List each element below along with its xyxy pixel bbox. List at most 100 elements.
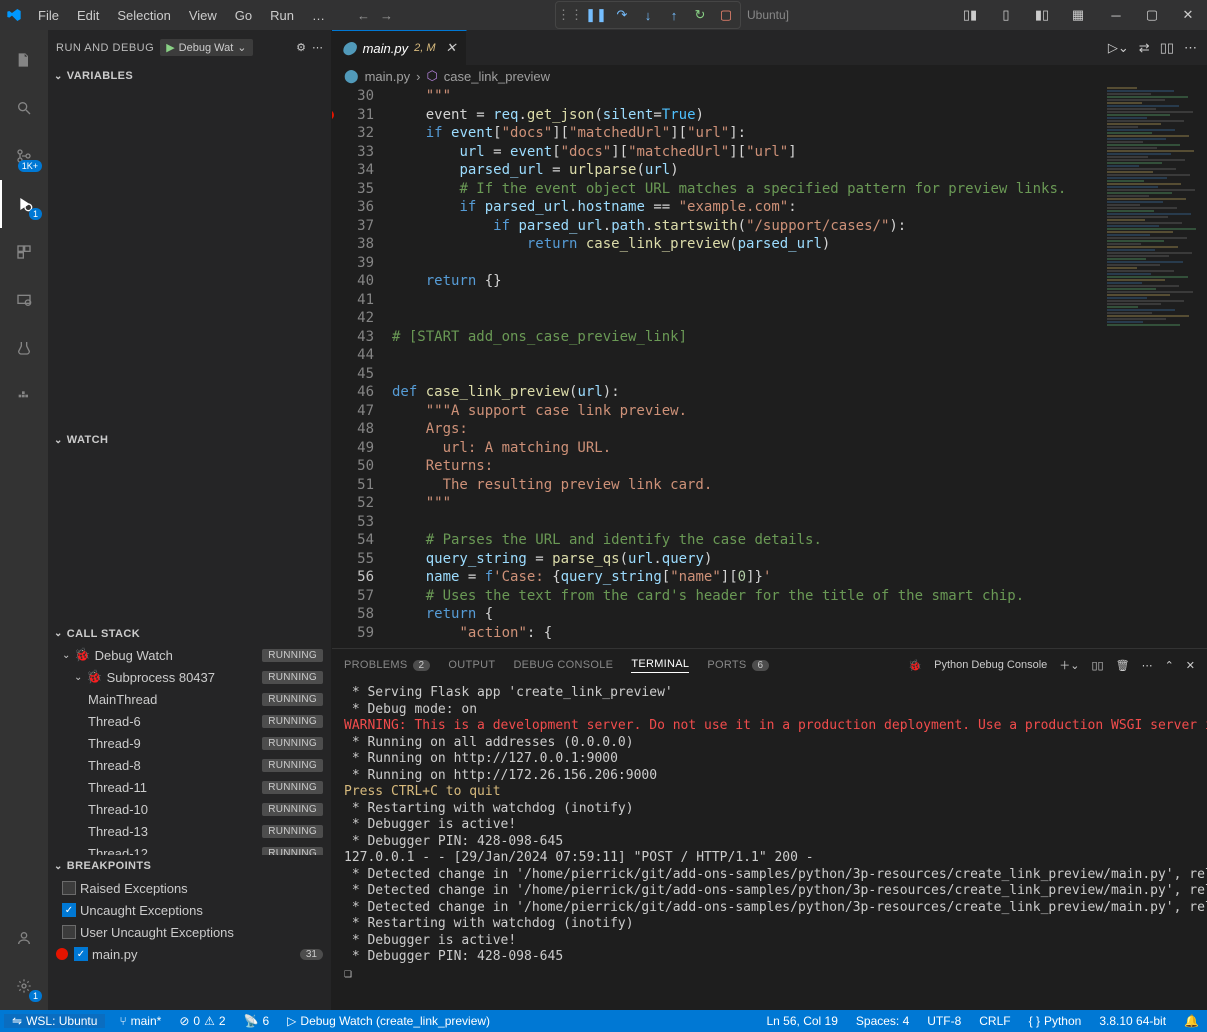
remote-indicator[interactable]: ⇋ WSL: Ubuntu — [4, 1014, 105, 1028]
step-into-icon[interactable]: ↓ — [636, 4, 660, 26]
testing-icon[interactable] — [0, 324, 48, 372]
more-icon[interactable]: ⋯ — [312, 41, 323, 54]
terminal-body[interactable]: * Serving Flask app 'create_link_preview… — [332, 681, 1207, 1010]
extensions-icon[interactable] — [0, 228, 48, 276]
menu-edit[interactable]: Edit — [69, 4, 107, 27]
callstack-section: ⌄ CALL STACK ⌄🐞Debug WatchRUNNING⌄🐞Subpr… — [48, 623, 331, 855]
cursor-position[interactable]: Ln 56, Col 19 — [763, 1014, 842, 1028]
close-panel-icon[interactable]: ✕ — [1186, 659, 1195, 672]
error-icon: ⊘ — [179, 1014, 189, 1028]
variables-header[interactable]: ⌄ VARIABLES — [48, 65, 331, 87]
callstack-row[interactable]: Thread-10RUNNING — [48, 798, 331, 820]
nav-forward-icon[interactable]: → — [380, 8, 393, 23]
more-actions-icon[interactable]: ⋯ — [1184, 40, 1197, 56]
split-editor-icon[interactable]: ▯▯ — [1160, 40, 1174, 56]
code-editor[interactable]: 3031323334353637383940414243444546474849… — [332, 87, 1207, 648]
ports-status[interactable]: 📡6 — [240, 1014, 274, 1028]
watch-header[interactable]: ⌄ WATCH — [48, 429, 331, 451]
run-debug-icon[interactable]: 1 — [0, 180, 48, 228]
vscode-icon — [6, 7, 22, 23]
minimap[interactable] — [1107, 87, 1207, 648]
kill-terminal-icon[interactable]: 🗑 — [1116, 659, 1130, 672]
status-badge: RUNNING — [262, 759, 323, 772]
python-file-icon: ⬤ — [342, 40, 357, 56]
git-branch[interactable]: ⑂main* — [115, 1014, 165, 1028]
tab-debug-console[interactable]: DEBUG CONSOLE — [513, 659, 613, 671]
menu-selection[interactable]: Selection — [109, 4, 178, 27]
debug-config-selector[interactable]: ▶ Debug Wat ⌄ — [160, 39, 252, 56]
accounts-icon[interactable] — [0, 914, 48, 962]
step-over-icon[interactable]: ↷ — [610, 4, 634, 26]
breakpoint-option[interactable]: ✓Uncaught Exceptions — [48, 899, 331, 921]
stop-icon[interactable]: ▢ — [714, 4, 738, 26]
settings-icon[interactable]: 1 — [0, 962, 48, 1010]
indent-status[interactable]: Spaces: 4 — [852, 1014, 913, 1028]
breakpoints-header[interactable]: ⌄ BREAKPOINTS — [48, 855, 331, 877]
search-icon[interactable] — [0, 84, 48, 132]
menu-file[interactable]: File — [30, 4, 67, 27]
menu-…[interactable]: … — [304, 4, 333, 27]
notifications-icon[interactable]: 🔔 — [1180, 1014, 1203, 1028]
toggle-primary-sidebar-icon[interactable]: ▯▮ — [955, 0, 985, 30]
eol-status[interactable]: CRLF — [975, 1014, 1014, 1028]
menu-run[interactable]: Run — [262, 4, 302, 27]
diff-icon[interactable]: ⇄ — [1139, 40, 1150, 56]
breadcrumb[interactable]: ⬤ main.py › ⬡ case_link_preview — [332, 65, 1207, 87]
debug-gear-icon[interactable]: ⚙ — [296, 41, 306, 54]
breakpoint-option[interactable]: User Uncaught Exceptions — [48, 921, 331, 943]
run-icon[interactable]: ▷⌄ — [1108, 40, 1129, 56]
toggle-secondary-sidebar-icon[interactable]: ▮▯ — [1027, 0, 1057, 30]
checkbox[interactable] — [62, 925, 76, 939]
callstack-row[interactable]: ⌄🐞Subprocess 80437RUNNING — [48, 666, 331, 688]
maximize-panel-icon[interactable]: ⌃ — [1165, 659, 1174, 672]
callstack-row[interactable]: Thread-9RUNNING — [48, 732, 331, 754]
close-icon[interactable]: ✕ — [1173, 0, 1203, 30]
encoding-status[interactable]: UTF-8 — [923, 1014, 965, 1028]
menu-view[interactable]: View — [181, 4, 225, 27]
checkbox[interactable]: ✓ — [62, 903, 76, 917]
breakpoint-option[interactable]: Raised Exceptions — [48, 877, 331, 899]
remote-explorer-icon[interactable] — [0, 276, 48, 324]
drag-handle-icon[interactable]: ⋮⋮ — [558, 4, 582, 26]
breakpoint-file-row[interactable]: ✓main.py31 — [48, 943, 331, 965]
menu-go[interactable]: Go — [227, 4, 260, 27]
tab-close-icon[interactable]: ✕ — [446, 40, 457, 56]
docker-icon[interactable] — [0, 372, 48, 420]
new-terminal-icon[interactable]: ＋⌄ — [1059, 657, 1079, 673]
pause-icon[interactable]: ❚❚ — [584, 4, 608, 26]
callstack-header[interactable]: ⌄ CALL STACK — [48, 623, 331, 644]
terminal-profile-name[interactable]: Python Debug Console — [934, 659, 1047, 671]
problems-status[interactable]: ⊘0 ⚠2 — [175, 1014, 229, 1028]
tab-ports[interactable]: PORTS6 — [707, 659, 769, 671]
tab-terminal[interactable]: TERMINAL — [631, 658, 689, 673]
customize-layout-icon[interactable]: ▦ — [1063, 0, 1093, 30]
debug-status[interactable]: ▷Debug Watch (create_link_preview) — [283, 1014, 494, 1028]
maximize-icon[interactable]: ▢ — [1137, 0, 1167, 30]
callstack-row[interactable]: Thread-8RUNNING — [48, 754, 331, 776]
editor-tab-bar: ⬤ main.py 2, M ✕ ▷⌄ ⇄ ▯▯ ⋯ — [332, 30, 1207, 65]
explorer-icon[interactable] — [0, 36, 48, 84]
source-control-icon[interactable]: 1K+ — [0, 132, 48, 180]
restart-icon[interactable]: ↻ — [688, 4, 712, 26]
minimize-icon[interactable]: ─ — [1101, 0, 1131, 30]
tab-problems[interactable]: PROBLEMS2 — [344, 659, 430, 671]
nav-back-icon[interactable]: ← — [357, 8, 370, 23]
editor-tab[interactable]: ⬤ main.py 2, M ✕ — [332, 30, 467, 65]
callstack-row[interactable]: Thread-11RUNNING — [48, 776, 331, 798]
callstack-row[interactable]: ⌄🐞Debug WatchRUNNING — [48, 644, 331, 666]
callstack-row[interactable]: MainThreadRUNNING — [48, 688, 331, 710]
callstack-row[interactable]: Thread-13RUNNING — [48, 820, 331, 842]
code-body[interactable]: """ event = req.get_json(silent=True) if… — [392, 87, 1107, 648]
chevron-down-icon: ⌄ — [54, 861, 63, 872]
tab-output[interactable]: OUTPUT — [448, 659, 495, 671]
checkbox[interactable] — [62, 881, 76, 895]
more-panel-icon[interactable]: ⋯ — [1142, 659, 1153, 672]
language-status[interactable]: { } Python — [1025, 1014, 1086, 1028]
python-version[interactable]: 3.8.10 64-bit — [1095, 1014, 1170, 1028]
toggle-panel-icon[interactable]: ▯ — [991, 0, 1021, 30]
step-out-icon[interactable]: ↑ — [662, 4, 686, 26]
split-terminal-icon[interactable]: ▯▯ — [1091, 659, 1103, 672]
callstack-row[interactable]: Thread-12RUNNING — [48, 842, 331, 855]
checkbox[interactable]: ✓ — [74, 947, 88, 961]
callstack-row[interactable]: Thread-6RUNNING — [48, 710, 331, 732]
